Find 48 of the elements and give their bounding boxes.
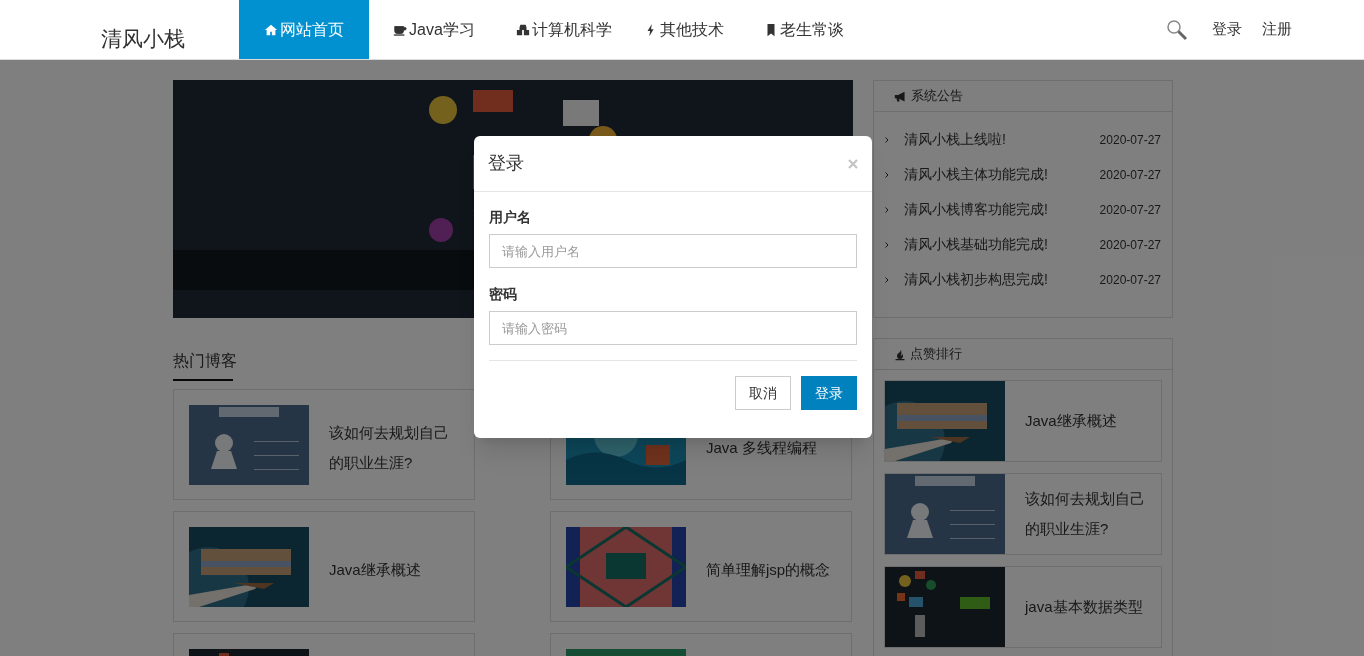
search-icon[interactable] xyxy=(1166,18,1188,41)
cubes-icon xyxy=(516,22,530,37)
chevron-icon xyxy=(885,136,889,143)
post-title[interactable]: Java继承概述 xyxy=(1025,406,1121,436)
blog-card[interactable]: Java继承概述 xyxy=(173,511,475,622)
post-title[interactable]: Java继承概述 xyxy=(329,554,421,585)
nav-tab[interactable]: 老生常谈 xyxy=(739,0,869,59)
field-label: 用户名 xyxy=(489,208,532,227)
site-logo[interactable]: 清风小栈 xyxy=(0,0,239,59)
chevron-icon xyxy=(885,171,889,178)
nav-tab[interactable]: Java学习 xyxy=(369,0,499,59)
announcement-date: 2020-07-27 xyxy=(1099,166,1161,184)
announcement-link[interactable]: 清风小栈上线啦! xyxy=(904,129,1006,150)
nav-link[interactable]: 登录 xyxy=(1212,18,1242,41)
cancel-button[interactable]: 取消 xyxy=(735,376,791,410)
chevron-icon xyxy=(885,206,889,213)
input-field[interactable]: 请输入用户名 xyxy=(489,234,857,268)
nav-tab[interactable]: 网站首页 xyxy=(239,0,369,59)
post-title[interactable]: 简单理解jsp的概念 xyxy=(706,554,831,585)
input-field[interactable]: 请输入密码 xyxy=(489,311,857,345)
announcement-link[interactable]: 清风小栈初步构思完成! xyxy=(904,269,1048,290)
dialog-title: 登录 xyxy=(488,152,524,175)
megaphone-icon xyxy=(894,89,907,103)
field-label: 密码 xyxy=(489,285,518,304)
panel-title: 系统公告 xyxy=(911,87,963,106)
announcement-link[interactable]: 清风小栈博客功能完成! xyxy=(904,199,1048,220)
nav-tab[interactable]: 其他技术 xyxy=(629,0,739,59)
post-title[interactable]: java基本数据类型 xyxy=(1025,592,1147,622)
ranking-card[interactable]: java基本数据类型 xyxy=(884,566,1162,648)
panel-title: 点赞排行 xyxy=(910,345,962,364)
announcement-date: 2020-07-27 xyxy=(1099,131,1161,149)
chevron-icon xyxy=(885,241,889,248)
login-button[interactable]: 登录 xyxy=(801,376,857,410)
home-icon xyxy=(264,22,278,37)
post-title[interactable]: 该如何去规划自己的职业生涯? xyxy=(329,417,459,478)
nav-link[interactable]: 注册 xyxy=(1262,18,1292,41)
announcement-date: 2020-07-27 xyxy=(1099,271,1161,289)
nav-tab[interactable]: 计算机科学 xyxy=(499,0,629,59)
blog-card[interactable]: 简单理解jsp的概念 xyxy=(550,511,852,622)
ranking-card[interactable]: Java继承概述 xyxy=(884,380,1162,462)
ranking-card[interactable]: 该如何去规划自己的职业生涯? xyxy=(884,473,1162,555)
post-title[interactable]: 该如何去规划自己的职业生涯? xyxy=(1025,484,1161,544)
announcement-date: 2020-07-27 xyxy=(1099,236,1161,254)
announcement-date: 2020-07-27 xyxy=(1099,201,1161,219)
announcement-link[interactable]: 清风小栈主体功能完成! xyxy=(904,164,1048,185)
chevron-icon xyxy=(885,276,889,283)
blog-card[interactable]: 该如何去规划自己的职业生涯? xyxy=(173,389,475,500)
announcement-link[interactable]: 清风小栈基础功能完成! xyxy=(904,234,1048,255)
